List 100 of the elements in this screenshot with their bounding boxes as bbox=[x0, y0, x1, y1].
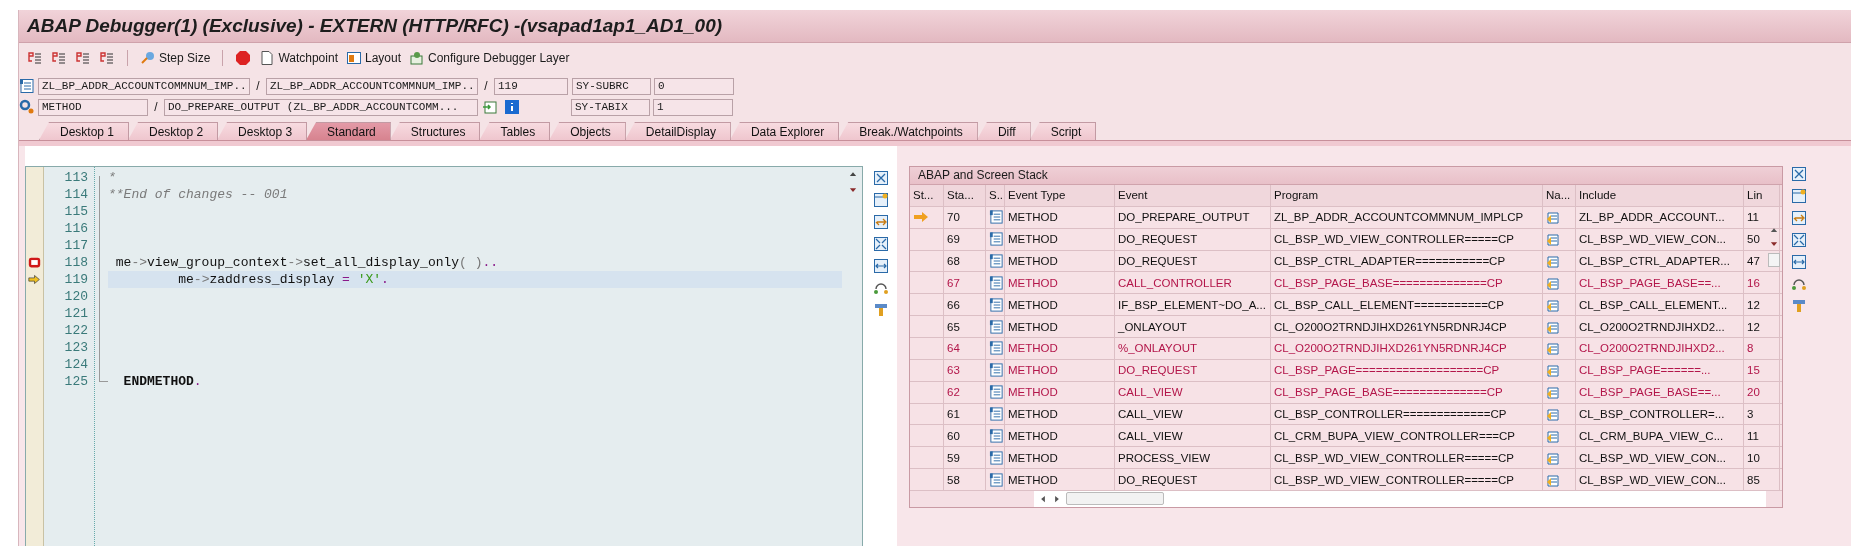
table-cell: CL_BSP_WD_VIEW_CONTROLLER=====CP bbox=[1274, 233, 1514, 246]
table-cell: CL_BSP_WD_VIEW_CON... bbox=[1579, 473, 1726, 486]
system-field-name: SY-TABIX bbox=[571, 98, 650, 116]
line-number: 115 bbox=[63, 203, 89, 220]
table-cell: CL_BSP_CTRL_ADAPTER===========CP bbox=[1274, 255, 1506, 267]
horizontal-scrollbar[interactable] bbox=[1034, 491, 1766, 507]
fit-width-icon[interactable] bbox=[873, 258, 889, 274]
column-header[interactable]: Include bbox=[1576, 185, 1744, 206]
navigate-icon[interactable] bbox=[1546, 209, 1562, 226]
table-cell: CL_BSP_PAGE_BASE==============CP bbox=[1274, 276, 1503, 289]
system-field-value[interactable]: 0 bbox=[654, 77, 734, 95]
separator-text: / bbox=[153, 100, 159, 114]
table-cell: METHOD bbox=[1008, 255, 1058, 267]
tab[interactable]: Desktop 1 bbox=[39, 122, 130, 140]
table-cell: DO_REQUEST bbox=[1118, 255, 1198, 267]
list-icon bbox=[989, 318, 1004, 335]
swap-icon[interactable] bbox=[873, 214, 889, 230]
navigate-icon[interactable] bbox=[1546, 340, 1562, 357]
new-window-icon[interactable] bbox=[1791, 188, 1807, 204]
navigate-icon[interactable] bbox=[1546, 231, 1562, 248]
toolbar-button[interactable]: Step Size bbox=[138, 47, 213, 69]
column-header[interactable]: St... bbox=[910, 185, 944, 206]
location-field[interactable]: ZL_BP_ADDR_ACCOUNTCOMMNUM_IMP... bbox=[266, 77, 478, 95]
location-field[interactable]: DO_PREPARE_OUTPUT (ZL_BP_ADDR_ACCOUNTCOMM... bbox=[164, 98, 478, 116]
location-field[interactable]: ZL_BP_ADDR_ACCOUNTCOMMNUM_IMP... bbox=[38, 77, 250, 95]
tab[interactable]: DetailDisplay bbox=[624, 122, 731, 140]
display-icon[interactable] bbox=[482, 99, 498, 115]
column-header[interactable]: Lin bbox=[1744, 185, 1780, 206]
close-icon[interactable] bbox=[873, 170, 889, 186]
breakpoint-icon[interactable] bbox=[28, 256, 41, 269]
navigate-icon[interactable] bbox=[1546, 406, 1562, 422]
toolbar-button[interactable]: Watchpoint bbox=[257, 47, 340, 69]
maximize-icon[interactable] bbox=[873, 236, 889, 252]
table-cell: CALL_VIEW bbox=[1118, 429, 1183, 442]
column-header[interactable]: Na... bbox=[1543, 185, 1576, 206]
table-cell: 12 bbox=[1747, 298, 1760, 311]
tab[interactable]: Break./Watchpoints bbox=[838, 122, 978, 140]
code-line: me->zaddress_display = 'X'. bbox=[177, 272, 389, 287]
table-cell: CL_O200O2TRNDJIHXD261YN5RDNRJ4CP bbox=[1274, 342, 1507, 355]
table-cell: 69 bbox=[947, 233, 960, 246]
layout-icon[interactable] bbox=[345, 50, 362, 66]
maximize-icon[interactable] bbox=[1791, 232, 1807, 248]
tab[interactable]: Desktop 2 bbox=[128, 122, 219, 140]
table-cell: METHOD bbox=[1008, 386, 1058, 399]
list-icon bbox=[989, 449, 1004, 466]
table-cell: CALL_CONTROLLER bbox=[1118, 276, 1232, 289]
tab[interactable]: Diff bbox=[976, 122, 1031, 140]
current-line-arrow-icon[interactable] bbox=[28, 273, 41, 286]
table-cell: CL_O200O2TRNDJIHXD2... bbox=[1579, 320, 1725, 333]
navigate-icon[interactable] bbox=[1546, 253, 1562, 269]
table-cell: 8 bbox=[1747, 342, 1754, 355]
tab[interactable]: Objects bbox=[549, 122, 626, 140]
table-cell: DO_REQUEST bbox=[1118, 473, 1198, 486]
line-number: 114 bbox=[63, 186, 89, 203]
table-cell: METHOD bbox=[1008, 298, 1058, 311]
tab[interactable]: Desktop 3 bbox=[217, 122, 308, 140]
close-icon[interactable] bbox=[1791, 166, 1807, 182]
tab[interactable]: Tables bbox=[479, 122, 551, 140]
tab[interactable]: Structures bbox=[389, 122, 481, 140]
table-cell: DO_PREPARE_OUTPUT bbox=[1118, 211, 1250, 224]
table-cell: 12 bbox=[1747, 320, 1760, 333]
column-header[interactable]: Event Type bbox=[1005, 185, 1115, 206]
table-cell: 64 bbox=[947, 342, 960, 355]
fit-width-icon[interactable] bbox=[1791, 254, 1807, 270]
configure-icon[interactable] bbox=[409, 50, 425, 66]
column-header[interactable]: Program bbox=[1271, 185, 1543, 206]
document-icon[interactable] bbox=[259, 50, 276, 66]
table-cell: CL_BSP_WD_VIEW_CONTROLLER=====CP bbox=[1274, 451, 1514, 464]
toolbar-button[interactable]: Configure Debugger Layer bbox=[407, 47, 572, 69]
column-header[interactable]: S.. bbox=[986, 185, 1005, 206]
tab[interactable]: Data Explorer bbox=[729, 122, 840, 140]
table-cell: CL_BSP_CONTROLLER=============CP bbox=[1274, 408, 1507, 420]
list-icon bbox=[989, 231, 1004, 248]
table-cell: %_ONLAYOUT bbox=[1118, 342, 1198, 355]
swap-icon[interactable] bbox=[1791, 210, 1807, 226]
list-icon bbox=[989, 209, 1004, 226]
system-field-value[interactable]: 1 bbox=[653, 98, 733, 116]
location-field[interactable]: METHOD bbox=[38, 98, 148, 116]
tab[interactable]: Standard bbox=[306, 122, 391, 140]
column-header[interactable]: Event bbox=[1115, 185, 1271, 206]
toolbar-button[interactable]: Layout bbox=[343, 47, 403, 69]
table-cell: METHOD bbox=[1008, 451, 1058, 464]
panel-title: ABAP and Screen Stack bbox=[910, 167, 1782, 185]
navigate-icon[interactable] bbox=[1546, 362, 1562, 379]
info-icon[interactable] bbox=[504, 99, 520, 115]
table-cell: METHOD bbox=[1008, 276, 1058, 289]
separator-text: / bbox=[483, 79, 489, 93]
table-cell: 10 bbox=[1747, 451, 1760, 464]
line-number: 116 bbox=[63, 220, 89, 237]
table-cell: 3 bbox=[1747, 408, 1754, 420]
new-window-icon[interactable] bbox=[873, 192, 889, 208]
table-cell: CL_BSP_PAGE_BASE==... bbox=[1579, 276, 1721, 289]
location-field[interactable]: 119 bbox=[494, 77, 568, 95]
table-cell: 59 bbox=[947, 451, 960, 464]
navigate-icon[interactable] bbox=[1546, 384, 1562, 401]
column-header[interactable]: Sta... bbox=[944, 185, 986, 206]
table-cell: ZL_BP_ADDR_ACCOUNT... bbox=[1579, 211, 1725, 224]
list-icon bbox=[989, 274, 1004, 291]
tab[interactable]: Script bbox=[1029, 122, 1097, 140]
table-cell: METHOD bbox=[1008, 408, 1058, 420]
